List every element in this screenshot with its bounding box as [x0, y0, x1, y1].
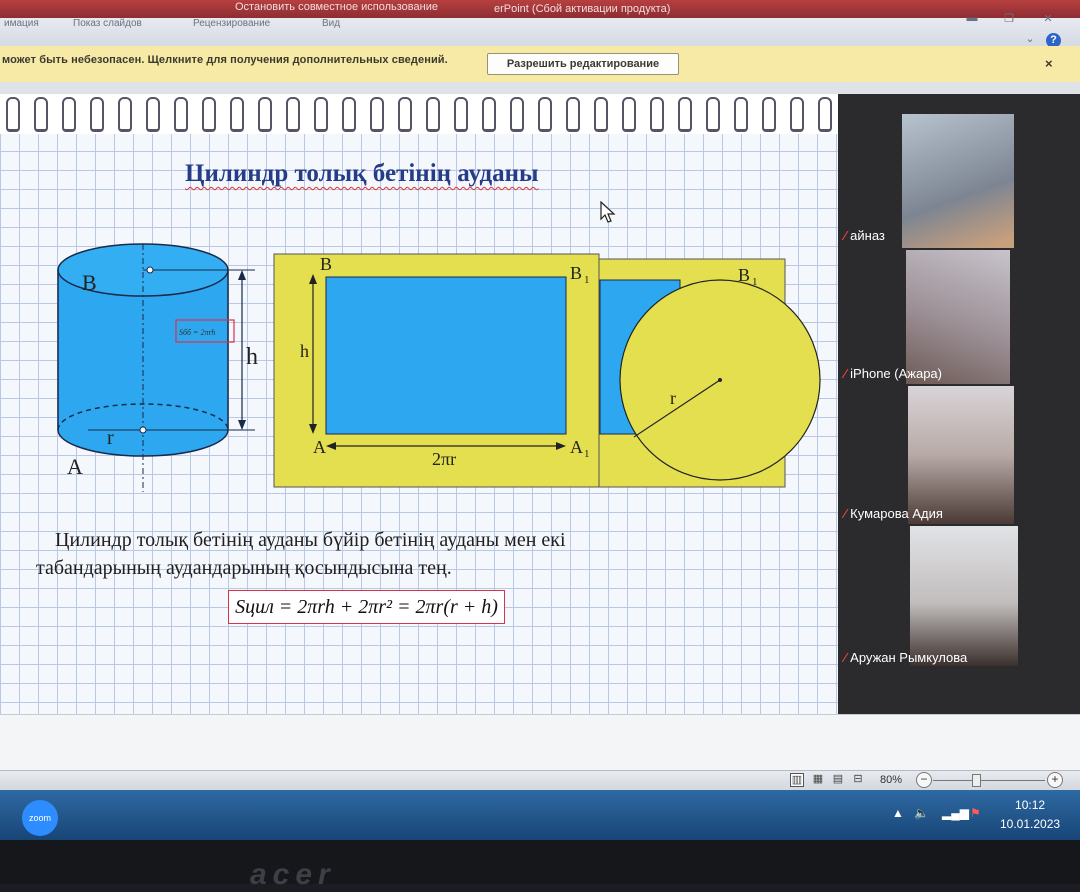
normal-view-icon[interactable]: ▥	[790, 773, 804, 787]
participant-name-azhara: ⁄ iPhone (Ажара)	[844, 366, 942, 381]
participant-name-ainaz: ⁄ айназ	[844, 228, 885, 243]
close-message-icon[interactable]: ×	[1045, 56, 1053, 71]
net-label-a1: A	[570, 437, 583, 457]
minimize-icon[interactable]: ▬	[958, 12, 986, 26]
monitor-brand-logo: acer	[250, 858, 336, 891]
reading-view-icon[interactable]: ▤	[832, 773, 844, 785]
stop-sharing-label[interactable]: Остановить совместное использование	[235, 1, 438, 13]
cylinder-label-h: h	[246, 344, 258, 370]
clock-date: 10.01.2023	[1000, 817, 1061, 831]
cylinder-label-a: A	[67, 454, 83, 479]
close-icon[interactable]: ✕	[1034, 12, 1062, 26]
mic-muted-icon: ⁄	[844, 366, 847, 381]
slide-paragraph: Цилиндр толық бетінің ауданы бүйір бетін…	[36, 529, 566, 579]
clock-time: 10:12	[1015, 798, 1046, 812]
net-label-b1-circle: B	[738, 265, 750, 285]
net-label-2pir: 2πr	[432, 449, 456, 469]
video-tile-ainaz[interactable]	[902, 114, 1014, 248]
slide: Цилиндр толық бетінің ауданы B A r h Sбб…	[0, 94, 838, 717]
zoom-slider-thumb[interactable]	[972, 774, 981, 787]
ribbon-tabs: имация Показ слайдов Рецензирование Вид …	[0, 12, 1080, 48]
taskbar: zoom ▲ 🔈 ▂▄▆ ⚑ 10:12 10.01.2023	[0, 790, 1080, 840]
net-label-r: r	[670, 388, 676, 408]
cylinder-label-r: r	[107, 427, 114, 449]
net-label-a1-sub: 1	[584, 448, 590, 460]
volume-icon[interactable]: 🔈	[914, 806, 929, 820]
participant-name-adiya: ⁄ Кумарова Адия	[844, 506, 943, 521]
action-center-icon[interactable]: ⚑	[970, 806, 981, 820]
slideshow-icon[interactable]: ⊟	[852, 773, 864, 785]
tab-view[interactable]: Вид	[322, 18, 340, 29]
tray-expand-icon[interactable]: ▲	[892, 806, 904, 820]
net-label-b1: B	[570, 263, 582, 283]
restore-icon[interactable]: ❐	[995, 12, 1023, 26]
tab-review[interactable]: Рецензирование	[193, 18, 270, 29]
mic-muted-icon: ⁄	[844, 506, 847, 521]
zoom-in-button[interactable]: +	[1047, 772, 1063, 788]
participants-panel: ⁄ айназ ⁄ iPhone (Ажара) ⁄ Кумарова Адия ⁄ А…	[838, 94, 1080, 714]
window-title: erPoint (Сбой активации продукта)	[494, 3, 671, 15]
protected-view-message[interactable]: может быть небезопасен. Щелкните для пол…	[2, 54, 448, 66]
taskbar-clock[interactable]: 10:12 10.01.2023	[1000, 796, 1060, 834]
video-tile-azhara[interactable]	[906, 250, 1010, 384]
cylinder-label-b: B	[82, 270, 97, 295]
status-bar: ▥ ▦ ▤ ⊟ 80% − +	[0, 770, 1080, 791]
mic-muted-icon: ⁄	[844, 228, 847, 243]
zoom-out-button[interactable]: −	[916, 772, 932, 788]
slide-sorter-icon[interactable]: ▦	[812, 773, 824, 785]
network-icon[interactable]: ▂▄▆	[942, 806, 969, 820]
protected-view-bar: может быть небезопасен. Щелкните для пол…	[0, 46, 1080, 83]
participant-name-aruzhan: ⁄ Аружан Рымкулова	[844, 650, 968, 665]
net-label-h: h	[300, 341, 309, 361]
net-label-b1-circle-sub: 1	[752, 276, 758, 288]
enable-editing-button[interactable]: Разрешить редактирование	[487, 53, 679, 75]
lateral-area-box: Sбб = 2πrh	[179, 328, 215, 337]
screen: Остановить совместное использование erPo…	[0, 0, 1080, 840]
cylinder-net	[273, 253, 821, 488]
monitor-bezel	[0, 840, 1080, 884]
mic-muted-icon: ⁄	[844, 650, 847, 665]
zoom-slider-track[interactable]	[933, 780, 1045, 781]
video-tile-aruzhan[interactable]	[910, 526, 1018, 666]
zoom-app-icon[interactable]: zoom	[22, 800, 58, 836]
geometry-figures: B A r h Sбб = 2πrh B B 1 B 1 h A A 1 2πr…	[57, 243, 821, 492]
video-tile-adiya[interactable]	[908, 386, 1014, 524]
net-label-b1-sub: 1	[584, 274, 590, 286]
notes-area[interactable]	[0, 714, 1080, 771]
net-label-a: A	[313, 437, 326, 457]
zoom-level[interactable]: 80%	[880, 774, 902, 786]
tab-slideshow[interactable]: Показ слайдов	[73, 18, 142, 29]
net-label-b: B	[320, 254, 332, 274]
chevron-down-icon[interactable]: ⌄	[1020, 32, 1040, 46]
window-title-bar: Остановить совместное использование erPo…	[0, 0, 1080, 18]
mouse-cursor-icon	[600, 201, 616, 223]
tab-animation[interactable]: имация	[4, 18, 39, 29]
area-formula: Sцил = 2πrh + 2πr² = 2πr(r + h)	[228, 590, 505, 624]
